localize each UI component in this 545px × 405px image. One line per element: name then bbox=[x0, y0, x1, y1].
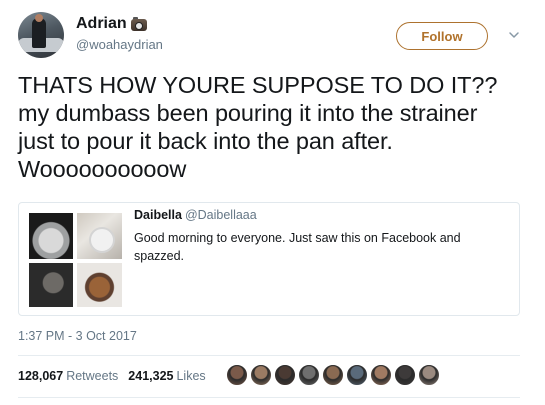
likes-label: Likes bbox=[176, 369, 206, 383]
quoted-media-image[interactable] bbox=[29, 263, 73, 307]
camera-icon bbox=[130, 16, 148, 32]
avatar-head-shape bbox=[35, 14, 43, 22]
likes-stat[interactable]: 241,325 Likes bbox=[128, 369, 205, 383]
chevron-down-icon[interactable] bbox=[507, 28, 521, 42]
retweets-stat[interactable]: 128,067 Retweets bbox=[18, 369, 118, 383]
tweet-text-line: just to pour it back into the pan after. bbox=[18, 128, 393, 154]
quoted-author-name: Daibella bbox=[134, 208, 182, 222]
quoted-tweet-card[interactable]: Daibella @Daibellaaa Good morning to ever… bbox=[18, 202, 520, 316]
author-name-row[interactable]: Adrian bbox=[76, 15, 148, 33]
tweet-timestamp[interactable]: 1:37 PM - 3 Oct 2017 bbox=[18, 329, 137, 343]
liker-avatar[interactable] bbox=[298, 364, 320, 386]
avatar-person-shape bbox=[32, 18, 46, 48]
retweets-count: 128,067 bbox=[18, 369, 64, 383]
tweet-text-line: Woooooooooow bbox=[18, 156, 187, 182]
quoted-media-image[interactable] bbox=[77, 213, 122, 259]
divider bbox=[18, 355, 520, 356]
divider bbox=[18, 397, 520, 398]
author-display-name[interactable]: Adrian bbox=[76, 15, 127, 33]
liker-avatar[interactable] bbox=[370, 364, 392, 386]
liker-avatar[interactable] bbox=[226, 364, 248, 386]
liker-avatar[interactable] bbox=[322, 364, 344, 386]
tweet-text-line: my dumbass been pouring it into the stra… bbox=[18, 100, 478, 126]
liker-avatars bbox=[226, 364, 440, 386]
liker-avatar[interactable] bbox=[346, 364, 368, 386]
quoted-author-handle: @Daibellaaa bbox=[184, 208, 257, 222]
quoted-tweet-text: Good morning to everyone. Just saw this … bbox=[134, 231, 461, 263]
tweet-stats: 128,067 Retweets 241,325 Likes bbox=[18, 369, 206, 383]
retweets-label: Retweets bbox=[66, 369, 119, 383]
quoted-tweet-header: Daibella @Daibellaaa bbox=[134, 208, 257, 222]
liker-avatar[interactable] bbox=[418, 364, 440, 386]
tweet-text: THATS HOW YOURE SUPPOSE TO DO IT?? my du… bbox=[18, 71, 533, 183]
liker-avatar[interactable] bbox=[250, 364, 272, 386]
follow-button[interactable]: Follow bbox=[396, 22, 488, 50]
quoted-media-image[interactable] bbox=[77, 263, 122, 307]
follow-button-label: Follow bbox=[421, 28, 463, 44]
author-avatar[interactable] bbox=[18, 12, 64, 58]
tweet-text-line: THATS HOW YOURE SUPPOSE TO DO IT?? bbox=[18, 72, 498, 98]
liker-avatar[interactable] bbox=[274, 364, 296, 386]
liker-avatar[interactable] bbox=[394, 364, 416, 386]
quoted-media-image[interactable] bbox=[29, 213, 73, 259]
likes-count: 241,325 bbox=[128, 369, 174, 383]
author-handle[interactable]: @woahaydrian bbox=[76, 37, 163, 52]
